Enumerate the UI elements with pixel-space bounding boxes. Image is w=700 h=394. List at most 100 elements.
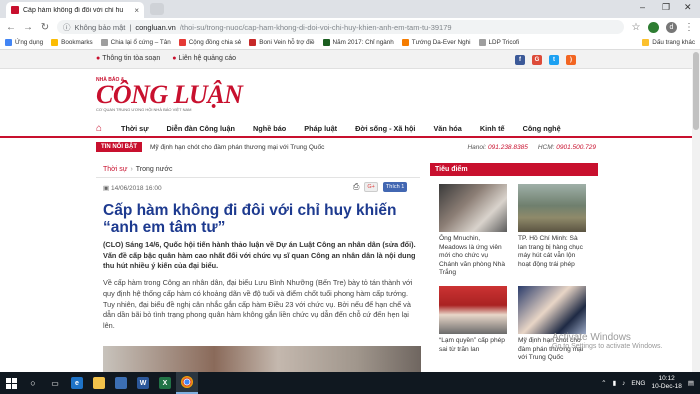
- browser-tab[interactable]: Cấp hàm không đi đôi với chỉ hu ×: [6, 2, 144, 18]
- featured-card[interactable]: Ông Mnuchin, Meadows là ứng viên mới cho…: [439, 184, 507, 278]
- page-icon: [100, 39, 108, 46]
- minimize-icon[interactable]: –: [640, 2, 645, 12]
- chrome-button[interactable]: [176, 372, 198, 394]
- system-tray: ⌃ ▮ ♪ ENG 10:12 10-Dec-18 ▤: [601, 375, 700, 391]
- bookmark-item[interactable]: Năm 2017: Chỉ ngành: [322, 39, 394, 46]
- apps-icon: [5, 39, 12, 46]
- card-image: [439, 286, 507, 334]
- print-icon[interactable]: ⎙: [353, 182, 359, 192]
- facebook-like-button[interactable]: Thích 1: [382, 182, 408, 192]
- page-scrollbar[interactable]: [692, 50, 700, 372]
- language-indicator[interactable]: ENG: [631, 380, 645, 387]
- excel-icon: X: [159, 377, 171, 389]
- forward-icon[interactable]: →: [23, 22, 33, 33]
- search-icon: ○: [30, 378, 36, 388]
- nav-item-doi-song[interactable]: Đời sống - Xã hội: [346, 124, 424, 133]
- bookmark-item[interactable]: Tướng Da-Ever Nghi: [401, 39, 471, 46]
- clock[interactable]: 10:12 10-Dec-18: [651, 375, 681, 391]
- activation-watermark: Activate Windows Go to Settings to activ…: [552, 332, 663, 350]
- hot-news-badge: TIN NỔI BẬT: [96, 142, 142, 152]
- page-icon: [322, 39, 330, 46]
- featured-card[interactable]: Mỹ định hạn chót cho đàm phán thương mại…: [518, 286, 586, 363]
- bookmark-apps[interactable]: Ứng dụng: [5, 39, 43, 46]
- page-icon: [401, 39, 409, 46]
- info-icon: ●: [96, 55, 101, 62]
- hot-news-link[interactable]: Mỹ định hạn chót cho đàm phán thương mại…: [150, 144, 457, 151]
- newsroom-info-link[interactable]: ● Thông tin tòa soạn: [96, 55, 160, 62]
- featured-card[interactable]: TP. Hồ Chí Minh: Sà lan trang bị hàng ch…: [518, 184, 586, 269]
- card-image: [518, 286, 586, 334]
- hot-news-bar: TIN NỔI BẬT Mỹ định hạn chót cho đàm phá…: [96, 140, 596, 154]
- star-icon[interactable]: ☆: [631, 22, 641, 33]
- windows-icon: [5, 377, 17, 389]
- word-icon: W: [137, 377, 149, 389]
- nav-item-nghe-bao[interactable]: Nghề báo: [244, 124, 295, 133]
- google-plus-icon[interactable]: G: [532, 55, 542, 65]
- avatar[interactable]: d: [666, 21, 677, 33]
- edge-button[interactable]: e: [66, 372, 88, 394]
- nav-item-dien-dan[interactable]: Diễn đàn Công luận: [158, 124, 245, 133]
- word-button[interactable]: W: [132, 372, 154, 394]
- nav-item-phap-luat[interactable]: Pháp luật: [295, 124, 346, 133]
- google-plus-button[interactable]: G+: [364, 182, 378, 192]
- folder-icon: [642, 39, 650, 46]
- site-logo[interactable]: NHÀ BÁO & CÔNG LUẬN CƠ QUAN TRUNG ƯƠNG H…: [96, 77, 266, 113]
- close-tab-icon[interactable]: ×: [134, 6, 139, 15]
- user-icon: ●: [172, 55, 177, 62]
- featured-card[interactable]: “Lạm quyền” cấp phép sai từ trăn lan: [439, 286, 507, 354]
- article-actions: ⎙ G+ Thích 1: [353, 182, 408, 192]
- divider: [96, 177, 420, 178]
- bookmark-item[interactable]: Boni Vein hỗ trợ điề: [249, 39, 315, 46]
- publish-date: ▣ 14/06/2018 16:00: [103, 185, 162, 192]
- nav-item-thoi-su[interactable]: Thời sự: [112, 124, 158, 133]
- start-button[interactable]: [0, 372, 22, 394]
- rss-icon[interactable]: ): [566, 55, 576, 65]
- page-icon: [478, 39, 486, 46]
- browser-tab-bar: Cấp hàm không đi đôi với chỉ hu × – ❐ ✕: [0, 0, 700, 18]
- extension-icon[interactable]: [648, 21, 659, 33]
- twitter-icon[interactable]: t: [549, 55, 559, 65]
- scrollbar-thumb[interactable]: [693, 52, 699, 130]
- breadcrumb-subcategory[interactable]: Trong nước: [136, 166, 173, 173]
- chevron-up-icon[interactable]: ⌃: [601, 379, 606, 387]
- tab-title: Cấp hàm không đi đôi với chỉ hu: [23, 6, 124, 14]
- bookmark-item[interactable]: Bookmarks: [51, 39, 93, 46]
- other-bookmarks[interactable]: Dấu trang khác: [642, 39, 695, 46]
- task-view-button[interactable]: ▭: [44, 372, 66, 394]
- notifications-icon[interactable]: ▤: [688, 379, 694, 387]
- site-favicon-icon: [11, 6, 19, 14]
- explorer-button[interactable]: [88, 372, 110, 394]
- back-icon[interactable]: ←: [6, 22, 16, 33]
- reload-icon[interactable]: ↻: [40, 22, 50, 33]
- article-photo: [103, 346, 421, 372]
- search-taskbar-button[interactable]: ○: [22, 372, 44, 394]
- bookmark-item[interactable]: Chia lại ổ cứng – Tân: [100, 39, 171, 46]
- nav-item-cong-nghe[interactable]: Công nghệ: [514, 124, 570, 133]
- facebook-icon[interactable]: f: [515, 55, 525, 65]
- maximize-icon[interactable]: ❐: [662, 2, 670, 13]
- nav-divider: [0, 136, 700, 138]
- menu-icon[interactable]: ⋮: [684, 22, 694, 33]
- breadcrumb-separator: ›: [130, 166, 133, 173]
- security-label: Không bảo mật: [74, 22, 126, 32]
- info-icon[interactable]: ⓘ: [63, 22, 71, 33]
- edge-icon: e: [71, 377, 83, 389]
- new-tab-button[interactable]: [150, 3, 164, 15]
- page-icon: [249, 39, 257, 46]
- home-icon[interactable]: ⌂: [96, 123, 112, 134]
- store-button[interactable]: [110, 372, 132, 394]
- address-bar[interactable]: ⓘ Không bảo mật | congluan.vn /thoi-su/t…: [57, 20, 624, 34]
- network-icon[interactable]: ▮: [613, 379, 617, 387]
- bookmark-item[interactable]: Cộng đồng chia sẻ: [178, 39, 241, 46]
- breadcrumb-category[interactable]: Thời sự: [103, 166, 127, 173]
- volume-icon[interactable]: ♪: [622, 380, 625, 387]
- nav-item-kinh-te[interactable]: Kinh tế: [471, 124, 514, 133]
- web-page: ● Thông tin tòa soạn ● Liên hệ quảng cáo f…: [0, 50, 700, 372]
- nav-item-van-hoa[interactable]: Văn hóa: [424, 124, 470, 133]
- close-window-icon[interactable]: ✕: [684, 2, 692, 13]
- excel-button[interactable]: X: [154, 372, 176, 394]
- bookmark-item[interactable]: LDP Tricofi: [478, 39, 519, 46]
- ad-contact-link[interactable]: ● Liên hệ quảng cáo: [172, 55, 236, 62]
- hcm-hotline: HCM: 0901.500.729: [537, 143, 596, 151]
- bookmarks-bar: Ứng dụng Bookmarks Chia lại ổ cứng – Tân…: [0, 36, 700, 50]
